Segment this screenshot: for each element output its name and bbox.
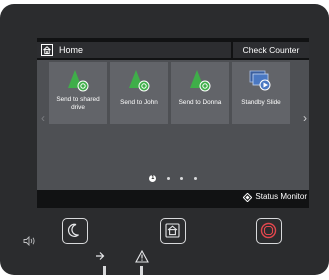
next-page-arrow[interactable]: › bbox=[300, 110, 310, 126]
energy-saver-button[interactable] bbox=[62, 218, 88, 244]
home-tab[interactable]: Home bbox=[37, 42, 231, 58]
top-bar: Home Check Counter bbox=[37, 42, 309, 58]
volume-icon bbox=[23, 233, 36, 251]
error-led-icon bbox=[135, 249, 149, 280]
home-tab-label: Home bbox=[59, 45, 84, 55]
tile-standby-slide[interactable]: Standby Slide bbox=[232, 62, 290, 124]
status-monitor-icon bbox=[243, 192, 253, 207]
send-green-icon bbox=[190, 70, 211, 92]
moon-icon bbox=[67, 223, 79, 237]
page-indicator: 1 bbox=[37, 170, 309, 183]
tile-send-to-john[interactable]: Send to John bbox=[110, 62, 168, 124]
status-bar: Status Monitor bbox=[37, 190, 309, 204]
tile-label: Send to shared drive bbox=[56, 96, 100, 111]
status-monitor-label: Status Monitor bbox=[255, 192, 307, 201]
tile-send-to-donna[interactable]: Send to Donna bbox=[171, 62, 229, 124]
send-green-icon bbox=[129, 70, 150, 92]
tile-label: Send to Donna bbox=[178, 99, 222, 106]
touch-screen: Home Check Counter ‹ Send to shared driv… bbox=[37, 38, 309, 208]
home-icon bbox=[165, 223, 180, 238]
printer-control-panel: Home Check Counter ‹ Send to shared driv… bbox=[0, 4, 329, 275]
slideshow-blue-icon bbox=[249, 70, 271, 91]
tile-label: Standby Slide bbox=[241, 99, 281, 106]
data-led-icon bbox=[95, 250, 109, 280]
send-green-icon bbox=[68, 70, 89, 92]
home-icon bbox=[41, 44, 53, 61]
page-dot[interactable] bbox=[166, 177, 170, 181]
check-counter-button[interactable]: Check Counter bbox=[233, 42, 309, 58]
stop-icon bbox=[260, 222, 277, 239]
home-button[interactable] bbox=[160, 218, 186, 244]
page-dot-current[interactable]: 1 bbox=[149, 175, 157, 183]
page-dot[interactable] bbox=[180, 177, 184, 181]
status-monitor-button[interactable]: Status Monitor bbox=[243, 190, 307, 204]
home-panel: ‹ Send to shared drive Send to John Send… bbox=[37, 60, 309, 198]
tile-send-to-shared-drive[interactable]: Send to shared drive bbox=[49, 62, 107, 124]
stop-button[interactable] bbox=[256, 218, 282, 244]
tile-label: Send to John bbox=[120, 99, 158, 106]
page-dot[interactable] bbox=[193, 177, 197, 181]
previous-page-arrow[interactable]: ‹ bbox=[38, 110, 48, 126]
